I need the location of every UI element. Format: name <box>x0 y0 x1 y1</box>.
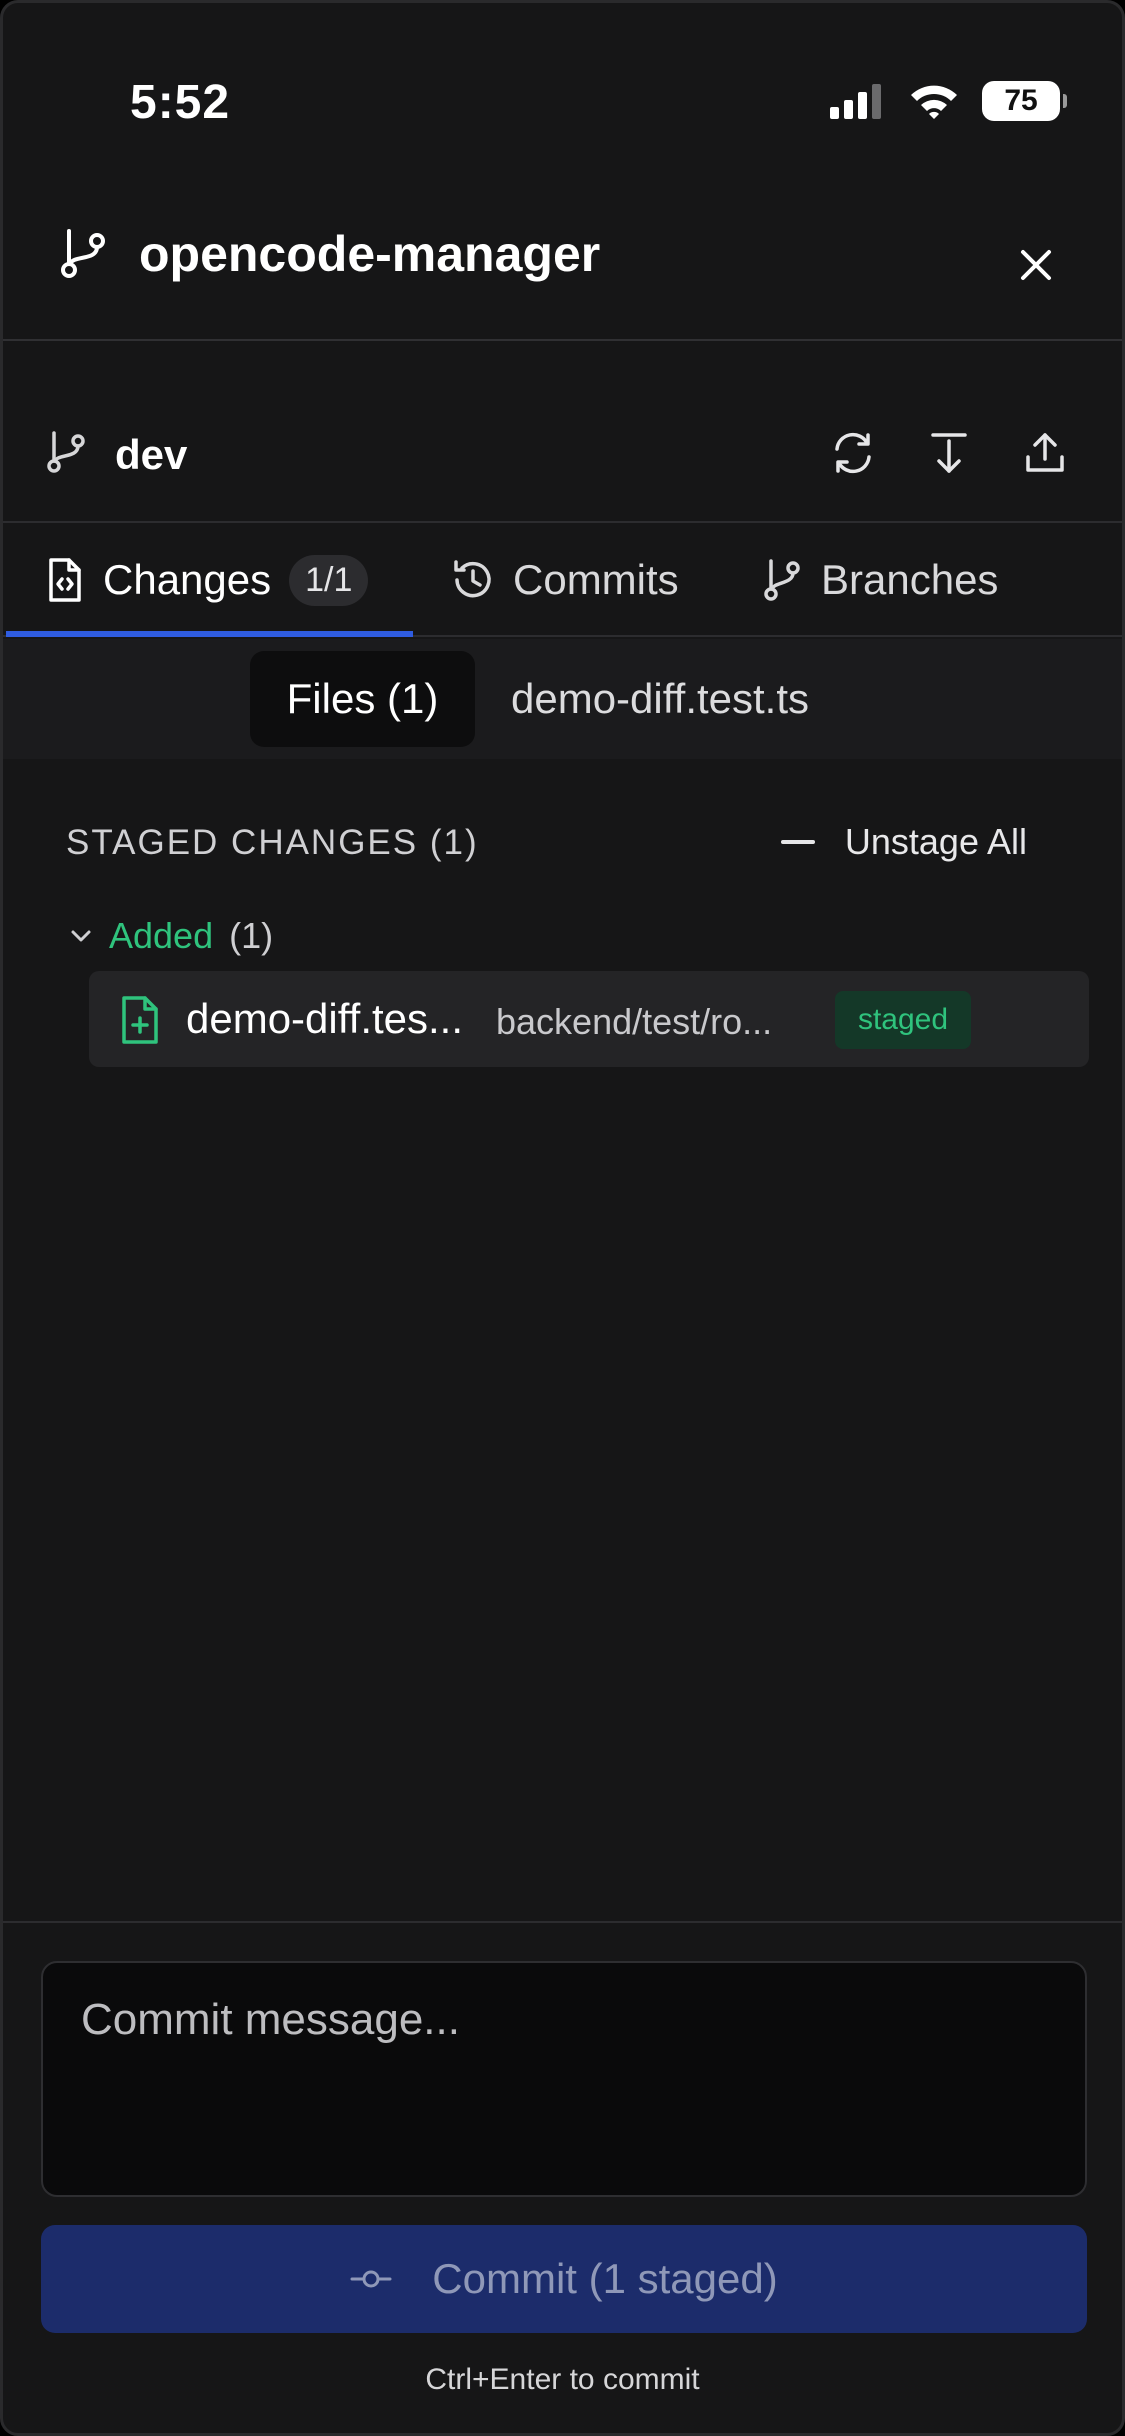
pull-button[interactable] <box>924 428 974 478</box>
tab-label: Branches <box>821 556 999 603</box>
tab-commits[interactable]: Commits <box>451 525 679 635</box>
open-file-tab[interactable]: demo-diff.test.ts <box>511 651 809 747</box>
commit-shortcut-hint: Ctrl+Enter to commit <box>425 2363 700 2396</box>
file-code-icon <box>49 558 81 602</box>
tab-label: Commits <box>513 556 679 603</box>
current-branch[interactable]: dev <box>115 431 187 479</box>
git-branch-icon <box>764 559 800 601</box>
refresh-icon <box>835 432 871 474</box>
chevron-down-icon <box>71 930 91 942</box>
staged-badge: staged <box>835 991 971 1049</box>
refresh-button[interactable] <box>828 428 878 478</box>
branch-actions <box>828 428 1070 478</box>
files-tab[interactable]: Files (1) <box>250 651 475 747</box>
added-group-toggle[interactable]: Added (1) <box>69 915 273 957</box>
active-tab-indicator <box>6 631 413 637</box>
commit-button-label: Commit (1 staged) <box>432 2255 778 2302</box>
wifi-icon <box>911 85 957 119</box>
branch-bar: dev <box>3 343 1122 523</box>
close-button[interactable] <box>1010 239 1062 291</box>
added-group-label: Added <box>109 915 214 956</box>
pull-down-icon <box>931 433 967 473</box>
panel-header: opencode-manager <box>3 203 1122 341</box>
file-name: demo-diff.tes... <box>186 995 464 1042</box>
git-branch-icon <box>61 229 105 278</box>
staged-section-title: STAGED CHANGES (1) <box>66 823 479 862</box>
status-time: 5:52 <box>130 76 231 129</box>
changes-count-badge: 1/1 <box>289 554 369 606</box>
status-bar: 5:52 75 <box>3 3 1122 203</box>
git-branch-icon <box>47 431 85 473</box>
commit-panel: Commit (1 staged) Ctrl+Enter to commit <box>3 1921 1122 2433</box>
app-frame: 5:52 75 opencode-manager dev Changes 1/1… <box>0 0 1125 2436</box>
push-button[interactable] <box>1020 428 1070 478</box>
file-view-tabs: Files (1) demo-diff.test.ts <box>3 639 1122 759</box>
battery-level: 75 <box>1004 84 1038 117</box>
signal-icon <box>830 84 881 119</box>
close-icon <box>1021 250 1051 280</box>
status-icons: 75 <box>830 81 1067 121</box>
tab-changes[interactable]: Changes 1/1 <box>45 525 369 635</box>
file-plus-icon <box>122 996 158 1044</box>
page-title: opencode-manager <box>139 226 601 282</box>
battery-indicator: 75 <box>982 81 1067 121</box>
unstage-all-label: Unstage All <box>844 821 1027 862</box>
commit-message-input[interactable] <box>41 1961 1087 2197</box>
git-commit-icon <box>350 2270 392 2288</box>
history-icon <box>454 560 491 598</box>
unstage-all-button[interactable]: Unstage All <box>780 821 1027 863</box>
upload-icon <box>1026 433 1064 472</box>
tab-branches[interactable]: Branches <box>761 525 998 635</box>
minus-icon <box>780 840 815 844</box>
commit-button[interactable]: Commit (1 staged) <box>41 2225 1087 2333</box>
added-group-count: (1) <box>229 915 274 956</box>
staged-file-row[interactable]: demo-diff.tes... backend/test/ro... stag… <box>89 971 1089 1067</box>
tab-bar: Changes 1/1 Commits Branches <box>3 525 1122 637</box>
file-path: backend/test/ro... <box>496 1001 773 1042</box>
tab-label: Changes <box>103 556 272 603</box>
